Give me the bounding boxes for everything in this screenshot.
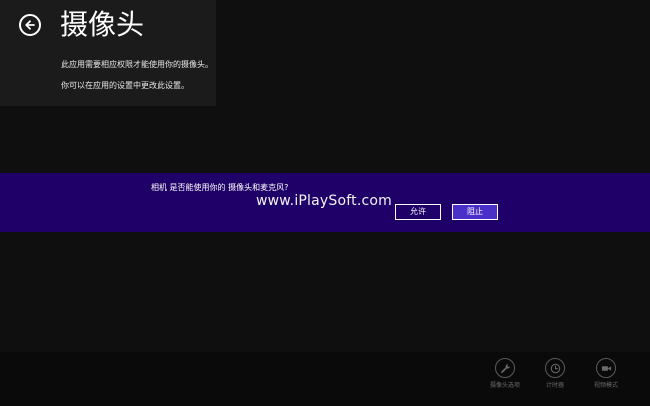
- wrench-icon: [500, 363, 510, 373]
- allow-button[interactable]: 允许: [395, 204, 441, 220]
- video-mode-label: 视频模式: [593, 382, 618, 389]
- video-camera-icon: [601, 365, 611, 371]
- timer-label: 计时器: [545, 382, 564, 389]
- camera-options-label: 摄像头选项: [489, 382, 520, 389]
- app-bar: 摄像头选项 计时器 视频模式: [0, 352, 650, 406]
- block-button[interactable]: 阻止: [452, 204, 498, 220]
- clock-icon: [550, 363, 560, 373]
- camera-app-screen: 摄像头 此应用需要相应权限才能使用你的摄像头。 你可以在应用的设置中更改此设置。…: [0, 0, 650, 406]
- camera-options-button[interactable]: 摄像头选项: [480, 358, 530, 390]
- permission-description-1: 此应用需要相应权限才能使用你的摄像头。: [61, 60, 213, 69]
- timer-button[interactable]: 计时器: [530, 358, 580, 390]
- back-arrow-icon: [25, 20, 35, 30]
- page-title: 摄像头: [60, 8, 145, 41]
- permission-description-2: 你可以在应用的设置中更改此设置。: [61, 81, 189, 90]
- video-mode-button[interactable]: 视频模式: [581, 358, 631, 390]
- watermark-text: www.iPlaySoft.com: [256, 193, 392, 209]
- back-button[interactable]: [19, 14, 41, 36]
- permission-info-panel: 摄像头 此应用需要相应权限才能使用你的摄像头。 你可以在应用的设置中更改此设置。: [0, 0, 216, 106]
